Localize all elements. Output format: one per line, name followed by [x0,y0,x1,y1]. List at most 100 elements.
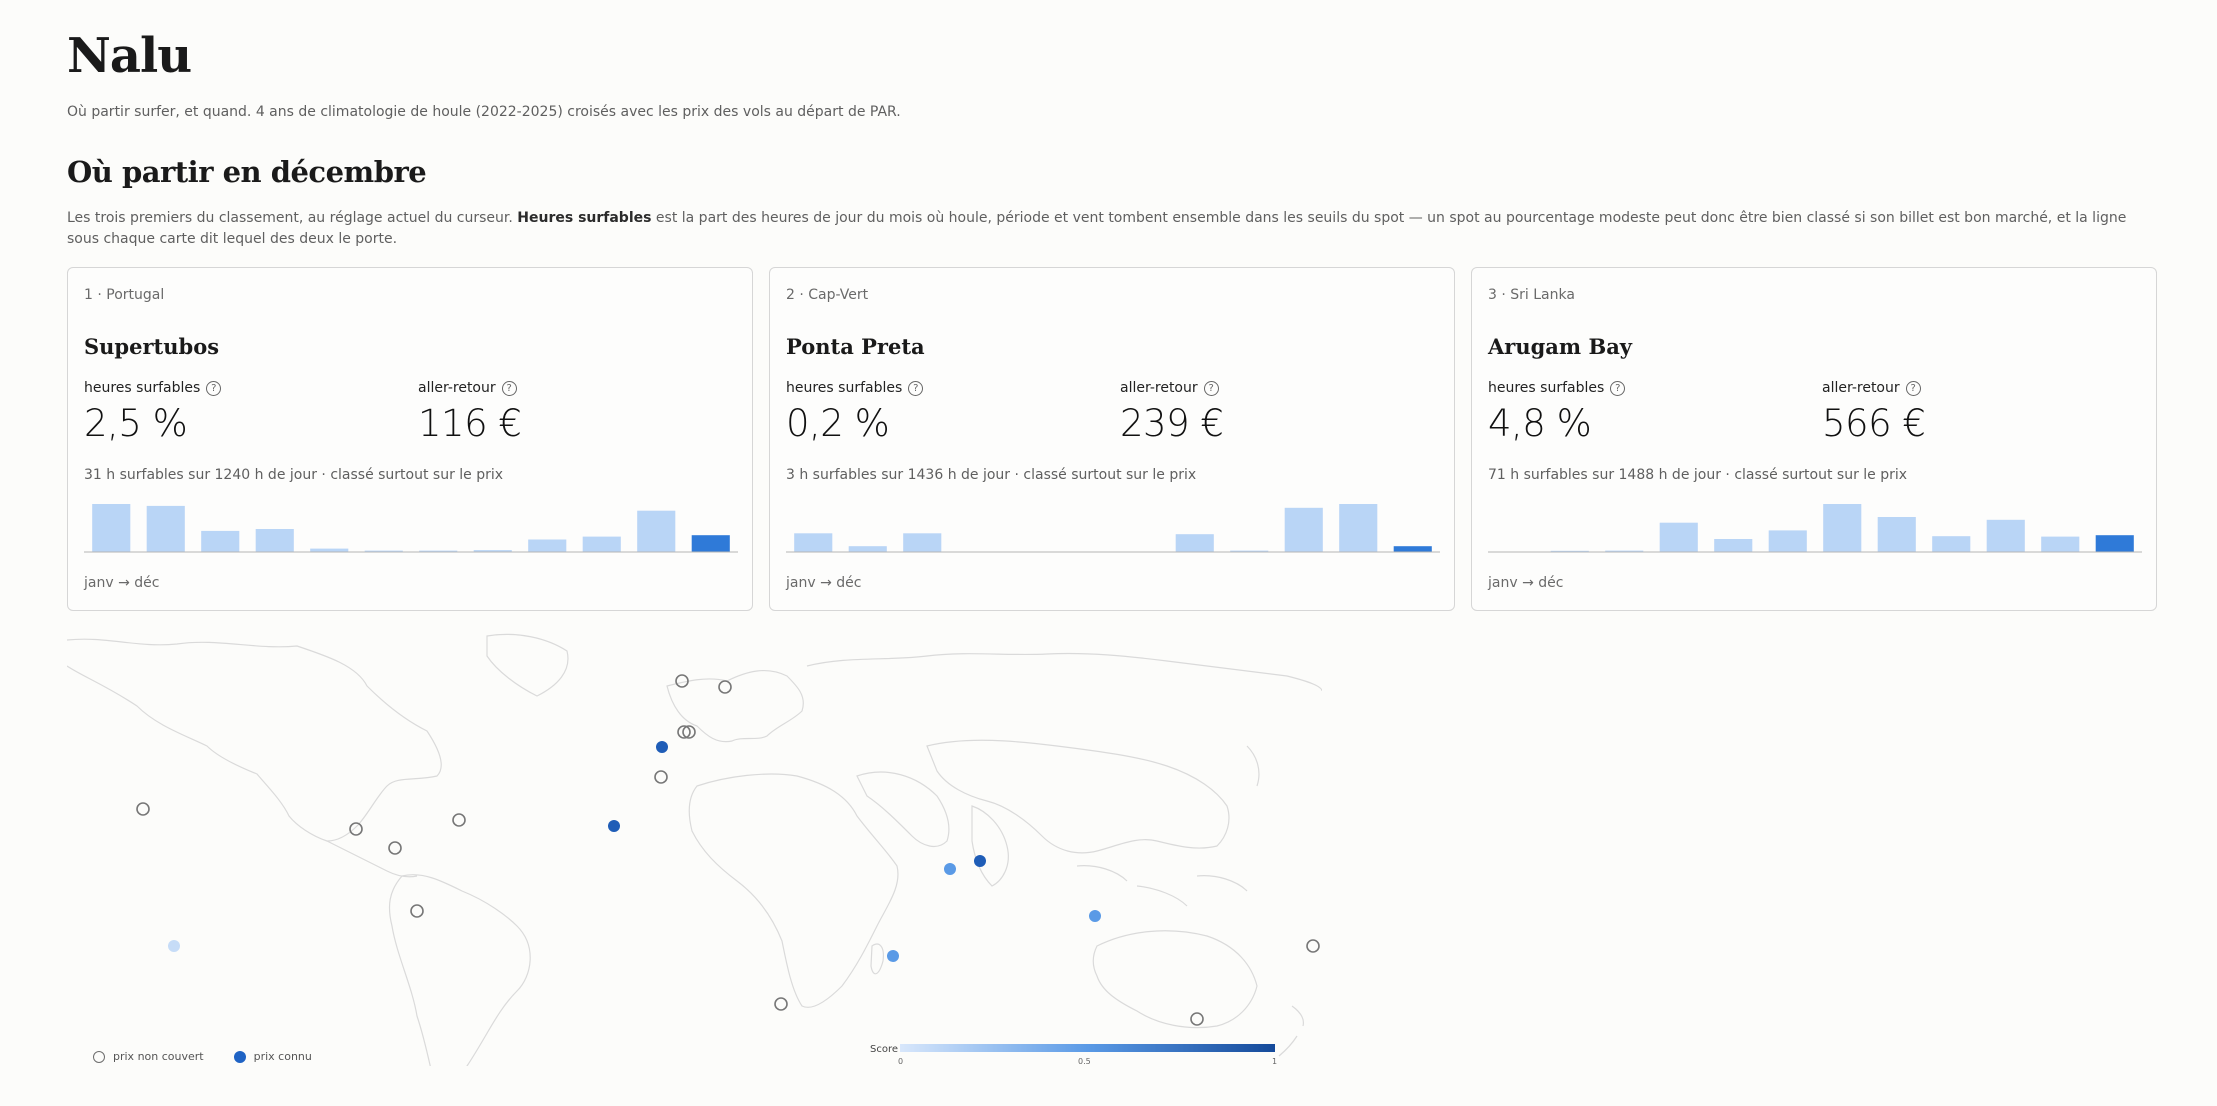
month-bar [903,533,942,552]
month-bar [1714,539,1753,552]
spot-marker-arugam-bay[interactable] [974,855,986,867]
monthly-bar-chart [1488,504,2142,553]
spot-marker-unpriced[interactable] [718,680,732,694]
coastlines [67,633,1322,1066]
spot-marker[interactable] [1089,910,1101,922]
app-subtitle: Où partir surfer, et quand. 4 ans de cli… [67,104,901,120]
help-icon[interactable]: ? [206,380,222,396]
spot-marker[interactable] [887,950,899,962]
help-icon[interactable]: ? [1203,380,1219,396]
monthly-bar-chart [84,504,738,553]
month-bar [1877,517,1916,552]
spot-marker-supertubos[interactable] [656,741,668,753]
price-label: aller-retour [1120,380,1198,396]
spot-marker[interactable] [168,940,180,952]
surf-hours-value: 4,8 % [1488,402,1592,445]
section-title: Où partir en décembre [67,155,427,189]
surf-hours-label: heures surfables [786,380,903,396]
spot-marker-ponta-preta[interactable] [608,820,620,832]
price-value: 566 € [1822,402,1926,445]
month-range: janv → déc [84,575,160,591]
month-bar [1986,519,2025,552]
month-range: janv → déc [786,575,862,591]
help-icon[interactable]: ? [1905,380,1921,396]
card-note: 31 h surfables sur 1240 h de jour · clas… [84,467,504,483]
spot-card-2[interactable]: 2 · Cap-Vert Ponta Preta heures surfable… [769,267,1455,611]
scale-title: Score [870,1044,898,1055]
month-bar [1175,534,1214,552]
spot-marker-unpriced[interactable] [388,841,402,855]
open-circle-icon [93,1050,105,1063]
surf-hours-label: heures surfables [84,380,201,396]
scale-mid-label: 0.5 [1078,1057,1091,1066]
month-bar [1932,536,1971,552]
month-bar [1393,546,1432,552]
surf-hours-value: 2,5 % [84,402,188,445]
score-scale: Score 0 0.5 1 [870,1038,1300,1071]
month-bar [1768,530,1807,552]
month-bar [794,533,833,552]
spot-card-1[interactable]: 1 · Portugal Supertubos heures surfables… [67,267,753,611]
intro-bold-term: Heures surfables [517,210,652,226]
spot-marker[interactable] [944,863,956,875]
spot-marker-unpriced[interactable] [349,822,363,836]
surf-hours-metric: heures surfables? 4,8 % [1488,380,1626,445]
monthly-bar-chart [786,504,1440,553]
card-rank: 3 · Sri Lanka [1488,287,1575,303]
spot-marker-unpriced[interactable] [136,802,150,816]
month-bar [1339,504,1378,552]
spot-marker-unpriced[interactable] [1190,1012,1204,1026]
spot-marker-unpriced[interactable] [452,813,466,827]
ranking-cards: 1 · Portugal Supertubos heures surfables… [67,267,2157,611]
month-bar [637,510,676,552]
card-note: 71 h surfables sur 1488 h de jour · clas… [1488,467,1908,483]
month-bar [582,536,621,552]
month-bar [1659,522,1698,552]
surf-hours-metric: heures surfables? 0,2 % [786,380,924,445]
month-bar [2095,535,2134,552]
card-rank: 2 · Cap-Vert [786,287,869,303]
app-title: Nalu [67,28,192,84]
scale-gradient [900,1044,1275,1052]
spot-marker-unpriced[interactable] [410,904,424,918]
month-bar [201,530,240,552]
price-metric: aller-retour? 239 € [1120,380,1224,445]
spot-card-3[interactable]: 3 · Sri Lanka Arugam Bay heures surfable… [1471,267,2157,611]
month-bar [2041,536,2080,552]
month-bar [146,505,185,552]
help-icon[interactable]: ? [501,380,517,396]
price-value: 116 € [418,402,522,445]
surf-hours-label: heures surfables [1488,380,1605,396]
help-icon[interactable]: ? [1610,380,1626,396]
map-legend: prix non couvert prix connu [93,1050,342,1063]
card-spot-name: Ponta Preta [786,334,925,359]
price-value: 239 € [1120,402,1224,445]
surf-hours-metric: heures surfables? 2,5 % [84,380,222,445]
month-bar [310,548,349,552]
card-spot-name: Supertubos [84,334,220,359]
spot-marker-unpriced[interactable] [654,770,668,784]
surf-hours-value: 0,2 % [786,402,890,445]
card-spot-name: Arugam Bay [1488,334,1633,359]
month-bar [92,504,131,552]
legend-priced-label: prix connu [253,1050,312,1063]
help-icon[interactable]: ? [908,380,924,396]
section-intro: Les trois premiers du classement, au rég… [67,210,2127,247]
spot-markers[interactable] [136,674,1320,1026]
spot-marker-unpriced[interactable] [774,997,788,1011]
card-rank: 1 · Portugal [84,287,165,303]
price-label: aller-retour [418,380,496,396]
price-label: aller-retour [1822,380,1900,396]
card-note: 3 h surfables sur 1436 h de jour · class… [786,467,1197,483]
spot-marker-unpriced[interactable] [1306,939,1320,953]
world-map[interactable] [67,626,1322,1066]
month-bar [1823,504,1862,552]
scale-max-label: 1 [1272,1057,1277,1066]
legend-unpriced-label: prix non couvert [113,1050,204,1063]
month-bar [691,535,730,552]
month-bar [848,546,887,552]
price-metric: aller-retour? 566 € [1822,380,1926,445]
month-bar [255,529,294,552]
price-metric: aller-retour? 116 € [418,380,522,445]
filled-circle-icon [233,1050,246,1063]
